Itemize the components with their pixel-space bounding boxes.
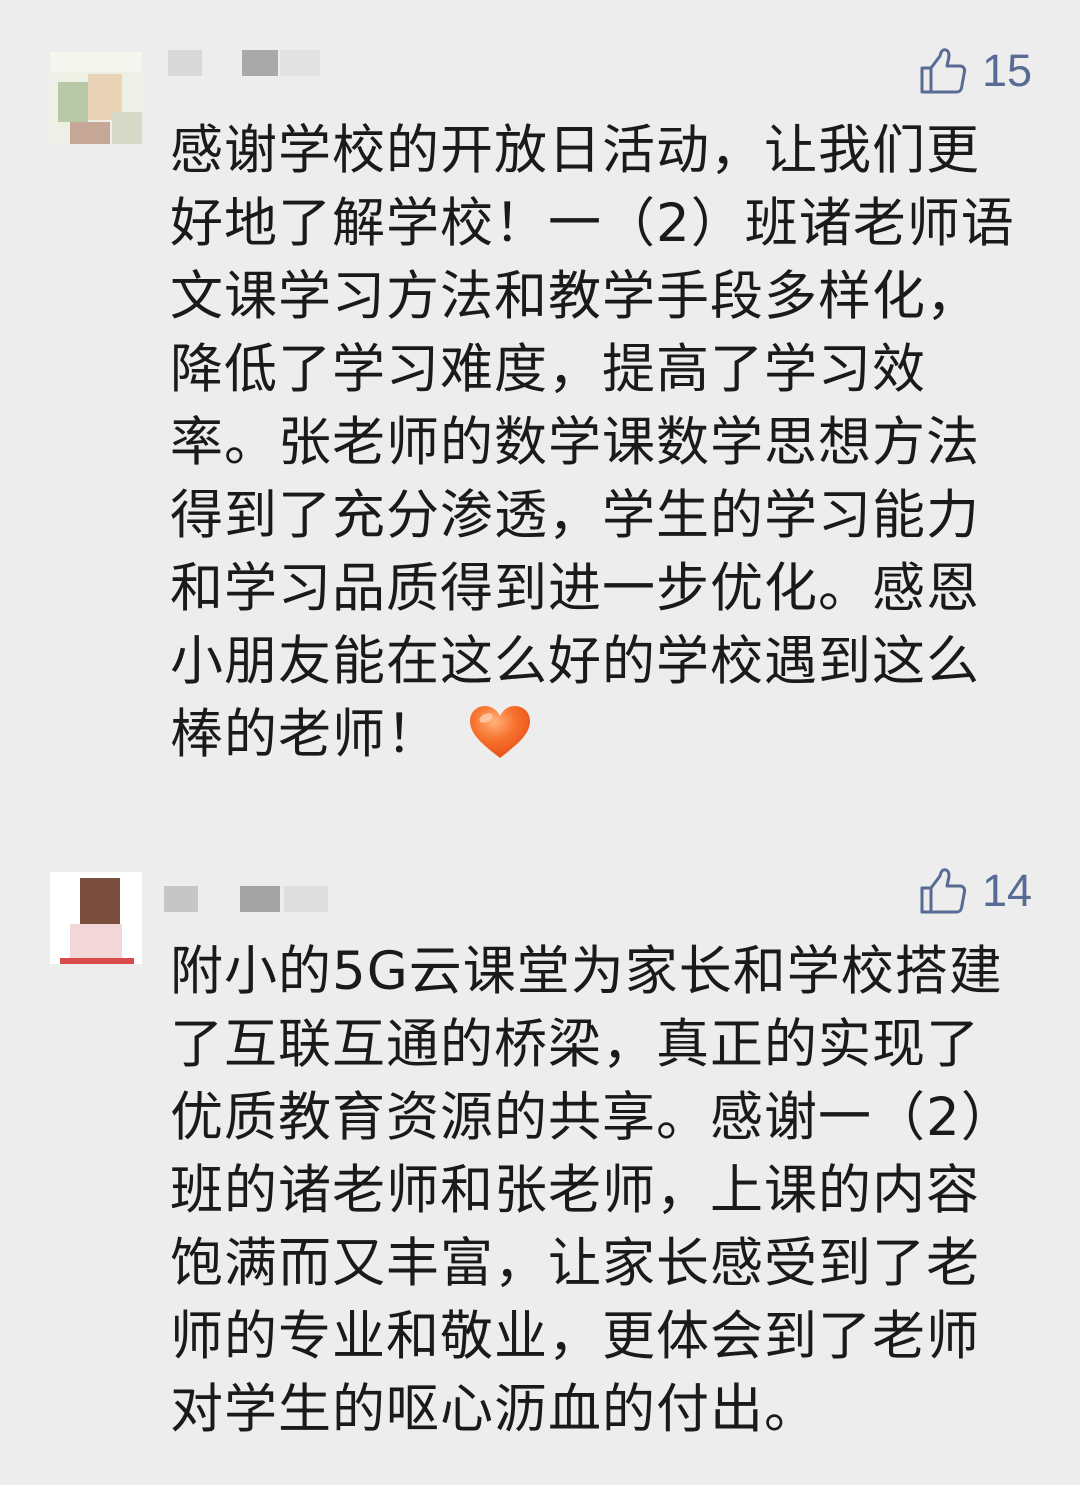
avatar[interactable] [50,52,142,144]
like-button[interactable]: 15 [918,46,1032,96]
like-count: 15 [981,45,1032,96]
comment-line: 文课学习方法和教学手段多样化， [170,266,980,327]
like-count: 14 [981,865,1032,916]
comment-line: 棒的老师！ [170,704,440,765]
username-blurred[interactable] [160,880,330,916]
comment-line: 降低了学习难度，提高了学习效 [170,339,926,400]
comment-line: 师的专业和敬业，更体会到了老师 [170,1306,980,1367]
comment-text: 感谢学校的开放日活动，让我们更 好地了解学校！一（2）班诸老师语 文课学习方法和… [170,114,1030,771]
comment-line: 优质教育资源的共享。感谢一（2） [170,1087,1015,1148]
comment-line-last: 棒的老师！ [170,698,1030,771]
comment-line: 对学生的呕心沥血的付出。 [170,1379,818,1440]
like-button[interactable]: 14 [918,866,1032,916]
comment-line: 和学习品质得到进一步优化。感恩 [170,558,980,619]
comment-line: 了互联互通的桥梁，真正的实现了 [170,1014,980,1075]
comment-line: 饱满而又丰富，让家长感受到了老 [170,1233,980,1294]
heart-icon [468,704,532,760]
thumbs-up-icon [918,866,968,916]
avatar[interactable] [50,872,142,964]
comment-line: 率。张老师的数学课数学思想方法 [170,412,980,473]
comment-line: 附小的5G云课堂为家长和学校搭建 [170,941,1003,1002]
thumbs-up-icon [918,46,968,96]
comment-line: 得到了充分渗透，学生的学习能力 [170,485,980,546]
comment-line: 感谢学校的开放日活动，让我们更 [170,120,980,181]
comment-line: 班的诸老师和张老师，上课的内容 [170,1160,980,1221]
comment-line: 好地了解学校！一（2）班诸老师语 [170,193,1015,254]
comment-line: 小朋友能在这么好的学校遇到这么 [170,631,980,692]
comment-text: 附小的5G云课堂为家长和学校搭建 了互联互通的桥梁，真正的实现了 优质教育资源的… [170,935,1030,1446]
username-blurred[interactable] [160,44,330,80]
